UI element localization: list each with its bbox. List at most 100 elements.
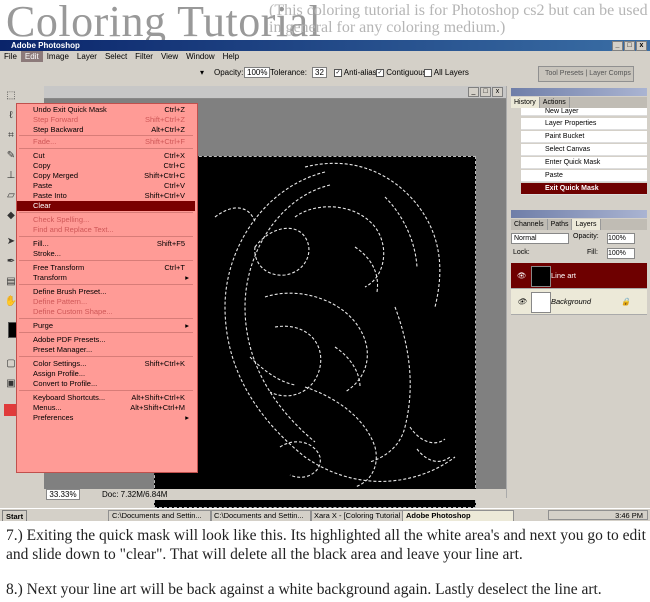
menu-item-keyboard-shortcuts[interactable]: Keyboard Shortcuts... Alt+Shift+Ctrl+K (33, 393, 193, 403)
tool-presets-tabs[interactable]: Tool Presets | Layer Comps (538, 66, 634, 82)
menu-item-label: Find and Replace Text... (33, 225, 114, 234)
zoom-field[interactable]: 33.33% (46, 489, 80, 500)
menu-item-color-settings[interactable]: Color Settings... Shift+Ctrl+K (33, 359, 193, 369)
menu-item-cut[interactable]: Cut Ctrl+X (33, 151, 193, 161)
tab-history[interactable]: History (511, 97, 540, 108)
history-item[interactable]: Paint Bucket (521, 131, 647, 143)
layer-name: Background (551, 297, 592, 306)
fill-input[interactable]: 100% (607, 248, 635, 259)
menu-item-copy[interactable]: Copy Ctrl+C (33, 161, 193, 171)
menu-separator (19, 236, 193, 237)
status-bar: 33.33% Doc: 7.32M/6.84M (44, 489, 506, 500)
menu-item-define-brush-preset[interactable]: Define Brush Preset... (33, 287, 193, 297)
menu-window[interactable]: Window (182, 51, 218, 62)
submenu-arrow-icon: ▸ (185, 413, 189, 422)
task-item[interactable]: Xara X - [Coloring Tutorial *] (310, 510, 404, 521)
menu-item-step-backward[interactable]: Step Backward Alt+Ctrl+Z (33, 125, 193, 135)
tolerance-input[interactable]: 32 (312, 67, 327, 78)
menu-item-free-transform[interactable]: Free Transform Ctrl+T (33, 263, 193, 273)
menu-view[interactable]: View (157, 51, 182, 62)
history-item[interactable]: New Layer (521, 108, 647, 116)
contiguous-checkbox[interactable]: ✓ (376, 68, 384, 77)
close-button[interactable]: x (636, 41, 647, 51)
all-layers-checkbox[interactable] (424, 68, 432, 77)
menu-file[interactable]: File (0, 51, 21, 62)
menu-item-fade[interactable]: Fade... Shift+Ctrl+F (33, 137, 193, 147)
menu-item-copy-merged[interactable]: Copy Merged Shift+Ctrl+C (33, 171, 193, 181)
menu-item-preferences[interactable]: Preferences ▸ (33, 413, 193, 423)
menu-item-shortcut: Ctrl+V (163, 181, 185, 190)
task-item[interactable]: C:\Documents and Settin... (210, 510, 312, 521)
submenu-arrow-icon: ▸ (185, 321, 189, 330)
menu-item-shortcut: Shift+Ctrl+F (144, 137, 185, 146)
layer-opacity-label: Opacity: (573, 233, 599, 240)
menu-item-preset-manager[interactable]: Preset Manager... (33, 345, 193, 355)
menu-item-transform[interactable]: Transform ▸ (33, 273, 193, 283)
menu-item-paste-into[interactable]: Paste Into Shift+Ctrl+V (33, 191, 193, 201)
menu-item-stroke[interactable]: Stroke... (33, 249, 193, 259)
menu-item-label: Keyboard Shortcuts... (33, 393, 106, 402)
minimize-button[interactable]: _ (612, 41, 623, 51)
history-item[interactable]: Layer Properties (521, 118, 647, 130)
menu-item-label: Purge (33, 321, 54, 330)
menu-item-purge[interactable]: Purge ▸ (33, 321, 193, 331)
opacity-input[interactable]: 100% (244, 67, 271, 78)
doc-maximize-button[interactable]: □ (480, 87, 491, 97)
menu-separator (19, 284, 193, 285)
tab-channels[interactable]: Channels (511, 219, 548, 230)
task-item[interactable]: C:\Documents and Settin... (108, 510, 212, 521)
menu-image[interactable]: Image (43, 51, 73, 62)
menu-item-assign-profile[interactable]: Assign Profile... (33, 369, 193, 379)
history-item-selected[interactable]: Exit Quick Mask (521, 183, 647, 195)
tab-actions[interactable]: Actions (540, 97, 570, 108)
menu-filter[interactable]: Filter (131, 51, 157, 62)
menu-item-label: Paste Into (33, 191, 67, 200)
menu-item-label: Copy (33, 161, 51, 170)
canvas[interactable] (154, 156, 476, 508)
tolerance-label: Tolerance: (270, 68, 307, 77)
mode-dropdown[interactable]: ▾ (200, 68, 204, 77)
menu-item-shortcut: Alt+Shift+Ctrl+K (131, 393, 185, 402)
menu-item-menus[interactable]: Menus... Alt+Shift+Ctrl+M (33, 403, 193, 413)
doc-minimize-button[interactable]: _ (468, 87, 479, 97)
menu-item-fill[interactable]: Fill... Shift+F5 (33, 239, 193, 249)
menu-item-step-forward[interactable]: Step Forward Shift+Ctrl+Z (33, 115, 193, 125)
menu-item-find-and-replace-text[interactable]: Find and Replace Text... (33, 225, 193, 235)
menu-item-paste[interactable]: Paste Ctrl+V (33, 181, 193, 191)
antialias-checkbox[interactable]: ✓ (334, 68, 342, 77)
menu-item-define-custom-shape[interactable]: Define Custom Shape... (33, 307, 193, 317)
menu-item-define-pattern[interactable]: Define Pattern... (33, 297, 193, 307)
layer-opacity-input[interactable]: 100% (607, 233, 635, 244)
history-item[interactable]: Paste (521, 170, 647, 182)
menu-item-clear[interactable]: Clear (17, 201, 195, 211)
menu-item-label: Clear (33, 201, 51, 210)
menu-item-convert-to-profile[interactable]: Convert to Profile... (33, 379, 193, 389)
maximize-button[interactable]: □ (624, 41, 635, 51)
menu-item-adobe-pdf-presets[interactable]: Adobe PDF Presets... (33, 335, 193, 345)
start-button[interactable]: Start (2, 510, 28, 521)
marquee-tool-icon[interactable]: ⬚ (4, 90, 18, 102)
history-item[interactable]: Select Canvas (521, 144, 647, 156)
task-item-active[interactable]: Adobe Photoshop (402, 510, 514, 521)
layer-row-line-art[interactable]: 👁 Line art (511, 263, 647, 289)
blend-mode-select[interactable]: Normal (511, 233, 569, 244)
tab-paths[interactable]: Paths (548, 219, 573, 230)
menu-item-check-spelling[interactable]: Check Spelling... (33, 215, 193, 225)
menu-help[interactable]: Help (219, 51, 243, 62)
menu-select[interactable]: Select (101, 51, 131, 62)
tab-layers[interactable]: Layers (572, 219, 601, 230)
layers-tabs: Channels Paths Layers (511, 219, 647, 230)
menu-edit[interactable]: Edit (20, 51, 43, 62)
edit-menu: Undo Exit Quick Mask Ctrl+Z Step Forward Sh… (16, 103, 198, 473)
menu-item-undo-exit-quick-mask[interactable]: Undo Exit Quick Mask Ctrl+Z (33, 105, 193, 115)
doc-close-button[interactable]: x (492, 87, 503, 97)
menu-item-label: Stroke... (33, 249, 61, 258)
layer-row-background[interactable]: 👁 Background 🔒 (511, 289, 647, 315)
menu-item-shortcut: Ctrl+C (163, 161, 185, 170)
history-item[interactable]: Enter Quick Mask (521, 157, 647, 169)
menu-layer[interactable]: Layer (73, 51, 101, 62)
eye-icon[interactable]: 👁 (517, 263, 527, 289)
eye-icon[interactable]: 👁 (517, 289, 527, 315)
menu-separator (19, 148, 193, 149)
taskbar: Start C:\Documents and Settin... C:\Docu… (0, 508, 650, 521)
